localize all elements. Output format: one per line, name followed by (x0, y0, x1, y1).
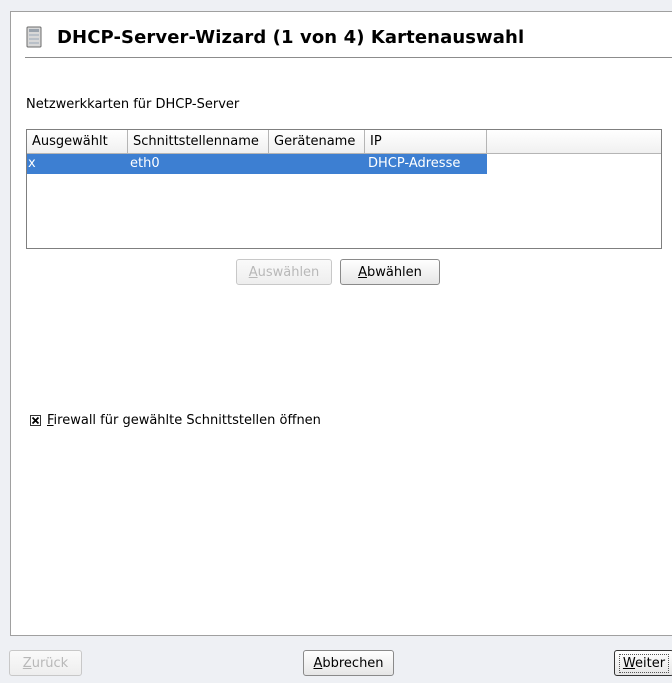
firewall-label-text: irewall für gewählte Schnittstellen öffn… (53, 413, 321, 428)
network-cards-table[interactable]: Ausgewählt Schnittstellenname Gerätename… (26, 129, 662, 249)
select-button-accel: A (248, 264, 258, 280)
column-header-selected[interactable]: Ausgewählt (27, 130, 128, 153)
column-header-ip[interactable]: IP (365, 130, 487, 153)
cell-ip: DHCP-Adresse (368, 156, 461, 171)
next-button-accel: W (622, 655, 636, 671)
cancel-button-label: bbrechen (322, 655, 384, 671)
title-bar: DHCP-Server-Wizard (1 von 4) Kartenauswa… (25, 24, 524, 50)
select-button-label: uswählen (257, 264, 320, 280)
table-header: Ausgewählt Schnittstellenname Gerätename… (27, 130, 661, 154)
page-title: DHCP-Server-Wizard (1 von 4) Kartenauswa… (57, 26, 525, 48)
back-button[interactable]: Zurück (9, 650, 82, 676)
firewall-label[interactable]: Firewall für gewählte Schnittstellen öff… (47, 413, 321, 428)
dhcp-server-icon (25, 26, 45, 48)
deselect-button-accel: A (358, 264, 367, 280)
table-row[interactable]: x eth0 DHCP-Adresse (27, 154, 487, 174)
firewall-checkbox[interactable] (30, 415, 41, 426)
next-button-label: eiter (635, 655, 666, 671)
select-button[interactable]: Auswählen (236, 259, 332, 285)
next-button[interactable]: Weiter (614, 650, 672, 676)
back-button-accel: Z (22, 655, 32, 671)
next-button-focus-ring: Weiter (618, 653, 670, 673)
column-header-device-name[interactable]: Gerätename (269, 130, 365, 153)
column-header-filler (487, 130, 661, 153)
column-header-interface-name[interactable]: Schnittstellenname (128, 130, 269, 153)
back-button-label: urück (31, 655, 69, 671)
firewall-option[interactable]: Firewall für gewählte Schnittstellen öff… (30, 413, 321, 428)
cell-interface-name: eth0 (130, 156, 160, 171)
deselect-button[interactable]: Abwählen (340, 259, 440, 285)
title-divider (25, 57, 672, 58)
cancel-button[interactable]: Abbrechen (303, 650, 394, 676)
cell-selected: x (28, 156, 36, 171)
cell-device-name (269, 154, 365, 174)
cancel-button-accel: A (313, 655, 323, 671)
deselect-button-label: bwählen (366, 264, 422, 280)
wizard-content-panel: DHCP-Server-Wizard (1 von 4) Kartenauswa… (10, 11, 672, 636)
checkmark-x-icon (31, 416, 40, 425)
network-cards-label: Netzwerkkarten für DHCP-Server (26, 97, 240, 112)
